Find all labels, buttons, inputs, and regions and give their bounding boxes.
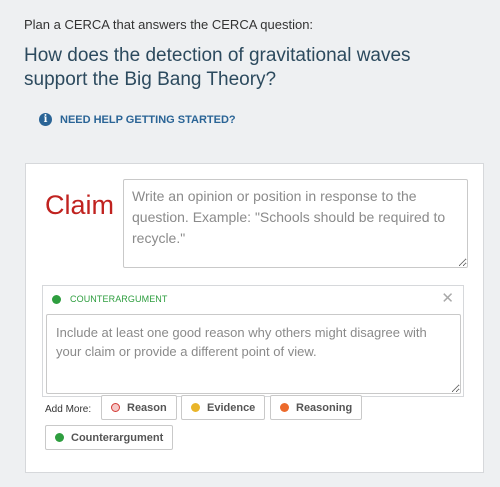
help-link-label: NEED HELP GETTING STARTED?	[60, 113, 236, 126]
add-evidence-button[interactable]: Evidence	[181, 395, 266, 420]
add-counterargument-button[interactable]: Counterargument	[45, 425, 174, 450]
add-reason-button[interactable]: Reason	[101, 395, 177, 420]
add-more-label: Add More:	[45, 404, 92, 415]
evidence-dot-icon	[191, 403, 200, 412]
counterargument-heading: COUNTERARGUMENT	[70, 294, 168, 304]
counterargument-chip-dot-icon	[55, 433, 64, 442]
cerca-question: How does the detection of gravitational …	[24, 45, 411, 90]
claim-textarea[interactable]	[123, 179, 468, 268]
add-evidence-label: Evidence	[207, 401, 256, 414]
add-reason-label: Reason	[127, 401, 167, 414]
claim-label: Claim	[45, 190, 115, 220]
counterargument-textarea[interactable]	[46, 314, 461, 394]
help-link[interactable]: i NEED HELP GETTING STARTED?	[39, 113, 236, 126]
info-icon: i	[39, 113, 52, 126]
instruction-text: Plan a CERCA that answers the CERCA ques…	[24, 17, 314, 32]
add-reasoning-label: Reasoning	[296, 401, 353, 414]
close-icon[interactable]: ✕	[441, 291, 454, 306]
counterargument-box: COUNTERARGUMENT ✕	[42, 285, 464, 397]
cerca-panel: Claim COUNTERARGUMENT ✕ Add More: Reason…	[25, 163, 484, 473]
reason-dot-icon	[111, 403, 120, 412]
counterargument-dot-icon	[52, 294, 61, 304]
counterargument-header: COUNTERARGUMENT	[52, 294, 168, 304]
add-counterargument-label: Counterargument	[71, 431, 164, 444]
reasoning-dot-icon	[280, 403, 289, 412]
add-reasoning-button[interactable]: Reasoning	[270, 395, 363, 420]
